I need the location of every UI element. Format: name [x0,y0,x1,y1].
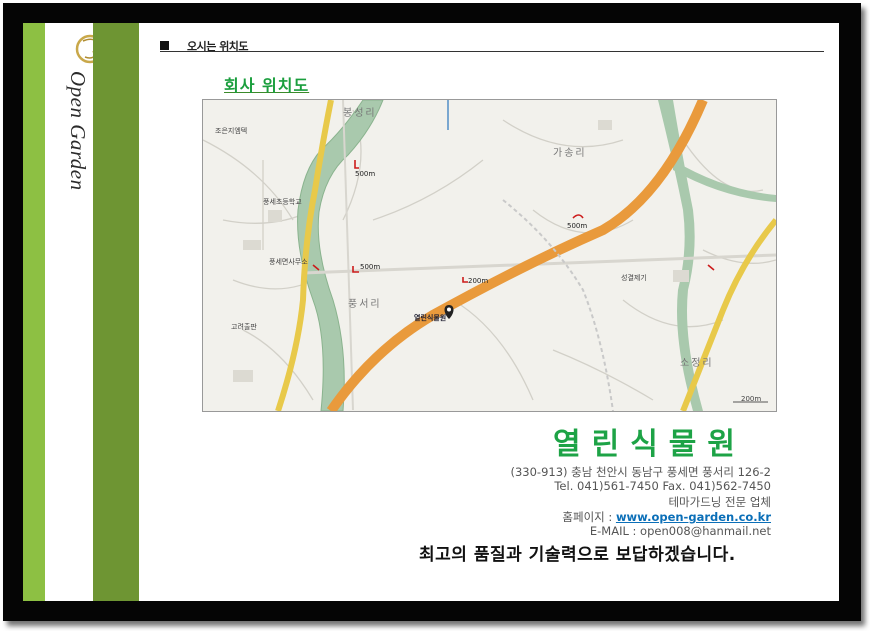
company-business: 테마가드닝 전문 업체 [668,495,771,509]
map-label-office: 풍세면사무소 [269,258,308,266]
header-bullet-icon [160,41,169,50]
sidebar-stripe-light [23,23,45,601]
distance-label: 500m [567,222,588,230]
map-label-bongsang: 봉성리 [343,108,377,119]
map-scale-label: 200m [741,395,762,403]
page: Open Garden 오시는 위치도 회사 위치도 봉성리 가송리 풍서리 소… [23,23,839,601]
company-email: E-MAIL : open008@hanmail.net [589,524,771,538]
homepage-link[interactable]: www.open-garden.co.kr [616,510,771,524]
map-label-sungjae: 성결제기 [621,274,647,282]
distance-label: 500m [360,263,381,271]
page-frame: Open Garden 오시는 위치도 회사 위치도 봉성리 가송리 풍서리 소… [3,3,861,621]
homepage-label: 홈페이지 : [562,510,616,524]
logo-text: Open Garden [66,71,90,191]
company-phone: Tel. 041)561-7450 Fax. 041)562-7450 [554,479,771,493]
company-homepage: 홈페이지 : www.open-garden.co.kr [562,509,771,525]
distance-label: 500m [355,170,376,178]
map-subtitle: 회사 위치도 [224,76,310,95]
distance-label: 200m [468,277,489,285]
header-divider [160,51,824,52]
sidebar-logo-area: Open Garden [45,23,105,601]
map-label-pungseo: 풍서리 [348,299,382,310]
location-map[interactable]: 봉성리 가송리 풍서리 소정리 열린식물원 풍세초등학교 풍세면사무소 조은지엠… [202,99,777,412]
sidebar-stripe-dark [93,23,139,601]
map-label-gorye: 고려출판 [231,323,257,331]
slogan: 최고의 품질과 기술력으로 보답하겠습니다. [419,545,736,565]
map-label-school: 풍세초등학교 [263,198,302,206]
map-label-company: 열린식물원 [414,314,447,322]
map-label-jochun: 조은지엠텍 [215,127,248,135]
map-label-gaseong: 가송리 [553,148,587,159]
company-address: (330-913) 충남 천안시 동남구 풍세면 풍서리 126-2 [510,465,772,479]
company-name: 열린식물원 [553,427,746,462]
map-label-sojeong: 소정리 [680,358,714,369]
